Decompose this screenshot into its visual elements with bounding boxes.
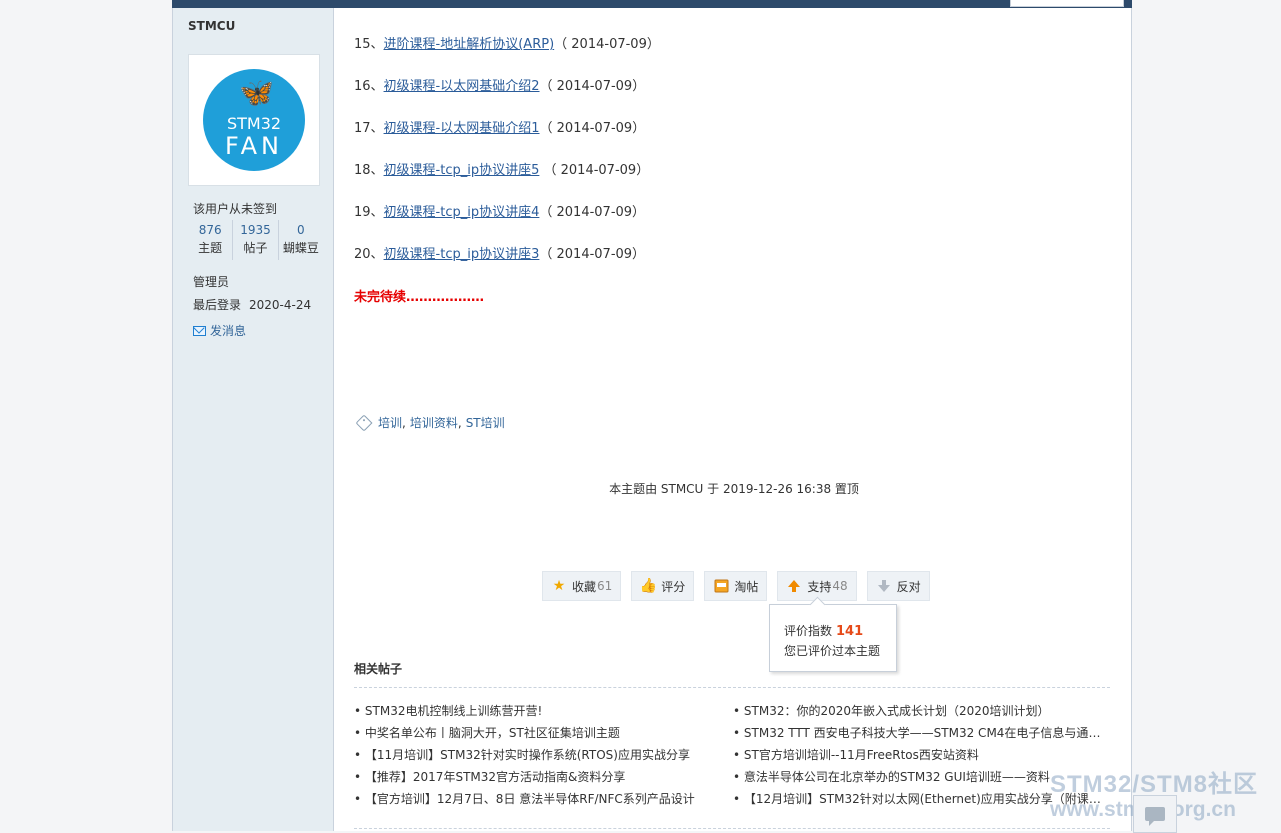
rate-button[interactable]: 👍 评分	[631, 571, 695, 601]
taotie-button[interactable]: 淘帖	[704, 571, 768, 601]
stat-label: 蝴蝶豆	[282, 241, 319, 255]
course-number: 15、	[354, 37, 384, 52]
top-nav-button[interactable]	[1010, 0, 1124, 7]
course-link[interactable]: 初级课程-tcp_ip协议讲座4	[384, 205, 540, 220]
oppose-label: 反对	[896, 579, 921, 594]
taotie-label: 淘帖	[734, 579, 759, 594]
tag-list: 培训, 培训资料, ST培训	[354, 414, 505, 431]
chat-bubble-icon	[1145, 807, 1165, 826]
related-post-link[interactable]: STM32：你的2020年嵌入式成长计划（2020培训计划）	[733, 702, 1108, 719]
stat-value: 1935	[240, 223, 271, 237]
last-login-label: 最后登录	[193, 298, 242, 312]
favorite-label: 收藏	[572, 579, 597, 594]
tray-icon	[713, 578, 729, 594]
chat-button[interactable]	[1133, 795, 1177, 833]
support-count: 48	[832, 579, 848, 593]
tag-link[interactable]: 培训	[378, 414, 402, 431]
course-link[interactable]: 初级课程-以太网基础介绍2	[384, 79, 540, 94]
related-post-link[interactable]: 【官方培训】12月7日、8日 意法半导体RF/NFC系列产品设计	[354, 790, 729, 807]
rating-tooltip: 评价指数 141 您已评价过本主题	[769, 604, 897, 672]
divider	[354, 687, 1110, 688]
course-link[interactable]: 初级课程-tcp_ip协议讲座3	[384, 247, 540, 262]
top-nav-bar	[172, 0, 1132, 8]
tag-separator: ,	[457, 415, 462, 430]
course-link[interactable]: 进阶课程-地址解析协议(ARP)	[384, 37, 555, 52]
favorite-count: 61	[597, 579, 613, 593]
course-number: 18、	[354, 163, 384, 178]
rating-index: 评价指数 141	[784, 622, 863, 639]
tag-icon	[355, 414, 373, 431]
course-number: 16、	[354, 79, 384, 94]
related-posts-title: 相关帖子	[354, 662, 403, 676]
course-item: 16、初级课程-以太网基础介绍2（ 2014-07-09）	[354, 75, 645, 94]
related-post-link[interactable]: 【11月培训】STM32针对实时操作系统(RTOS)应用实战分享	[354, 746, 729, 763]
support-label: 支持	[807, 579, 832, 594]
course-item: 15、进阶课程-地址解析协议(ARP)（ 2014-07-09）	[354, 33, 660, 52]
arrow-down-icon	[876, 578, 892, 594]
course-number: 19、	[354, 205, 384, 220]
course-date: （ 2014-07-09）	[539, 121, 646, 136]
stat-value: 876	[198, 223, 222, 237]
avatar-text-line2: FAN	[225, 132, 283, 160]
checkin-status: 该用户从未签到	[193, 202, 278, 216]
related-post-link[interactable]: 【推荐】2017年STM32官方活动指南&资料分享	[354, 768, 729, 785]
to-be-continued: 未完待续………………	[354, 290, 485, 305]
avatar[interactable]: 🦋 STM32 FAN	[188, 54, 320, 186]
stat-label: 帖子	[243, 241, 268, 255]
stat-butterfly-beans[interactable]: 0 蝴蝶豆	[279, 220, 323, 260]
tag-separator: ,	[402, 415, 406, 430]
course-date: （ 2014-07-09）	[539, 163, 650, 178]
oppose-button[interactable]: 反对	[866, 571, 930, 601]
course-date: （ 2014-07-09）	[554, 37, 660, 52]
sticky-notice: 本主题由 STMCU 于 2019-12-26 16:38 置顶	[609, 482, 859, 496]
course-item: 19、初级课程-tcp_ip协议讲座4（ 2014-07-09）	[354, 201, 645, 220]
post-content: 15、进阶课程-地址解析协议(ARP)（ 2014-07-09） 16、初级课程…	[354, 8, 1114, 831]
post-actions: ★ 收藏 61 👍 评分 淘帖 支持 48 反对	[542, 571, 930, 601]
course-link[interactable]: 初级课程-以太网基础介绍1	[384, 121, 540, 136]
favorite-button[interactable]: ★ 收藏 61	[542, 571, 622, 601]
author-sidebar: STMCU 🦋 STM32 FAN 该用户从未签到 876 主题 1935 帖子…	[173, 8, 334, 831]
course-date: （ 2014-07-09）	[539, 205, 646, 220]
arrow-up-icon	[786, 578, 802, 594]
butterfly-icon: 🦋	[239, 76, 274, 109]
course-date: （ 2014-07-09）	[539, 79, 646, 94]
thumbs-up-icon: 👍	[639, 578, 658, 594]
rated-text: 您已评价过本主题	[784, 644, 881, 658]
related-post-link[interactable]: ST官方培训培训--11月FreeRtos西安站资料	[733, 746, 1108, 763]
avatar-logo: 🦋 STM32 FAN	[203, 69, 305, 171]
mail-icon	[193, 325, 206, 336]
tag-link[interactable]: ST培训	[466, 414, 505, 431]
author-username[interactable]: STMCU	[188, 19, 235, 33]
related-post-link[interactable]: STM32电机控制线上训练营开营!	[354, 702, 729, 719]
related-post-link[interactable]: STM32 TTT 西安电子科技大学——STM32 CM4在电子信息与通信工程中…	[733, 724, 1108, 741]
course-date: （ 2014-07-09）	[539, 247, 646, 262]
course-number: 20、	[354, 247, 384, 262]
stat-value: 0	[297, 223, 305, 237]
send-message-label: 发消息	[210, 324, 247, 338]
stat-posts[interactable]: 1935 帖子	[233, 220, 279, 260]
star-icon: ★	[552, 578, 566, 594]
course-item: 20、初级课程-tcp_ip协议讲座3（ 2014-07-09）	[354, 243, 645, 262]
author-stats: 876 主题 1935 帖子 0 蝴蝶豆	[188, 220, 323, 260]
author-role: 管理员	[193, 275, 230, 289]
avatar-text-line1: STM32	[226, 114, 282, 133]
stat-label: 主题	[198, 241, 223, 255]
divider	[354, 828, 1110, 829]
related-post-link[interactable]: 中奖名单公布丨脑洞大开，ST社区征集培训主题	[354, 724, 729, 741]
stat-threads[interactable]: 876 主题	[188, 220, 234, 260]
rate-label: 评分	[661, 579, 686, 594]
send-message-link[interactable]: 发消息	[193, 322, 246, 339]
course-item: 18、初级课程-tcp_ip协议讲座5 （ 2014-07-09）	[354, 159, 649, 178]
tag-link[interactable]: 培训资料	[410, 414, 458, 431]
last-login: 最后登录 2020-4-24	[193, 296, 311, 313]
course-number: 17、	[354, 121, 384, 136]
last-login-date: 2020-4-24	[249, 298, 312, 312]
course-link[interactable]: 初级课程-tcp_ip协议讲座5	[384, 163, 540, 178]
post-container: STMCU 🦋 STM32 FAN 该用户从未签到 876 主题 1935 帖子…	[172, 8, 1132, 831]
course-item: 17、初级课程-以太网基础介绍1（ 2014-07-09）	[354, 117, 645, 136]
rating-value: 141	[836, 624, 864, 639]
rating-label: 评价指数	[784, 624, 833, 638]
